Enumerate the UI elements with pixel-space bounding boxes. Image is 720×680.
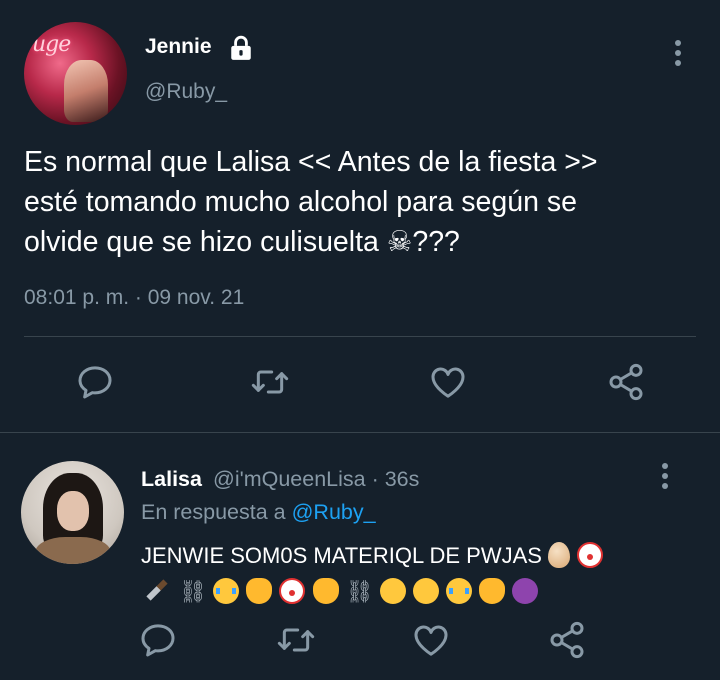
reply-context: En respuesta a @Ruby_: [141, 500, 376, 525]
like-icon[interactable]: [411, 620, 451, 660]
chains-emoji-icon: ⛓: [345, 580, 374, 605]
reply-text: JENWIE SOM0S MATERIQL DE PWJAS ⛓ ⛓: [141, 538, 661, 611]
clown-emoji-icon: [577, 542, 604, 568]
tweet-text-line: esté tomando mucho alcohol para según se: [24, 186, 577, 218]
tweet-text: Es normal que Lalisa << Antes de la fies…: [24, 142, 684, 262]
author-handle[interactable]: @Ruby_: [145, 80, 227, 104]
reply-mention-link[interactable]: @Ruby_: [292, 500, 376, 524]
reply-text-body: JENWIE SOM0S MATERIQL DE PWJAS: [141, 543, 542, 568]
main-tweet: uge Jennie @Ruby_ Es normal que Lalisa <…: [0, 0, 720, 432]
cat-emoji-icon: [312, 578, 339, 604]
cat-emoji-icon: [246, 578, 273, 604]
reply-author-name[interactable]: Lalisa: [141, 467, 202, 492]
more-vertical-icon[interactable]: [660, 463, 670, 493]
divider: [24, 336, 696, 337]
lock-icon: [231, 35, 251, 60]
devil-face-emoji-icon: [512, 578, 539, 604]
author-name[interactable]: Jennie: [145, 35, 212, 59]
author-avatar[interactable]: uge: [24, 22, 127, 125]
reply-prefix: En respuesta a: [141, 500, 286, 524]
section-divider: [0, 432, 720, 433]
avatar-coat: [35, 537, 111, 564]
tweet-text-line: Es normal que Lalisa << Antes de la fies…: [24, 146, 598, 178]
chains-emoji-icon: ⛓: [179, 580, 208, 605]
reply-icon[interactable]: [138, 620, 178, 660]
retweet-icon[interactable]: [276, 620, 316, 660]
share-icon[interactable]: [606, 362, 646, 402]
crying-face-emoji-icon: [213, 578, 240, 604]
more-vertical-icon[interactable]: [673, 40, 683, 70]
retweet-icon[interactable]: [250, 362, 290, 402]
reply-author-avatar[interactable]: [21, 461, 124, 564]
avatar-figure: [64, 60, 108, 122]
pensive-face-emoji-icon: [379, 578, 406, 604]
reply-author-meta[interactable]: @i'mQueenLisa · 36s: [213, 467, 419, 492]
avatar-neon-sign: uge: [32, 32, 71, 57]
egg-emoji-icon: [548, 542, 571, 568]
clown-emoji-icon: [279, 578, 306, 604]
tired-face-emoji-icon: [412, 578, 439, 604]
like-icon[interactable]: [428, 362, 468, 402]
tweet-timestamp[interactable]: 08:01 p. m. · 09 nov. 21: [24, 286, 244, 310]
knife-emoji-icon: [146, 579, 168, 601]
share-icon[interactable]: [547, 620, 587, 660]
reply-icon[interactable]: [75, 362, 115, 402]
cat-emoji-icon: [479, 578, 506, 604]
avatar-face: [57, 491, 89, 531]
tweet-text-line: olvide que se hizo culisuelta ☠???: [24, 226, 460, 258]
crying-face-emoji-icon: [446, 578, 472, 604]
